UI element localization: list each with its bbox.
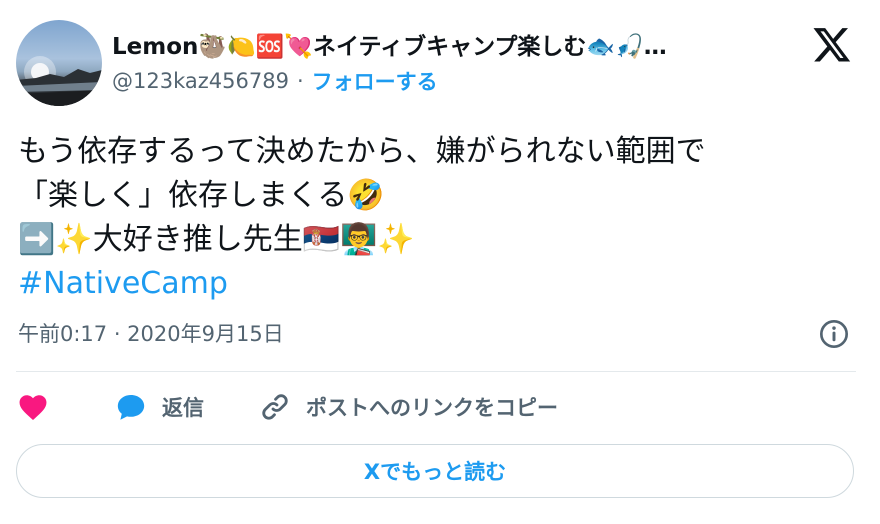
embedded-tweet-card: Lemon🦥🍋🆘💘ネイティブキャンプ楽しむ🐟🎣… @123kaz456789 ·… xyxy=(0,0,880,524)
tweet-line: 「楽しく」依存しまくる🤣 xyxy=(18,178,385,213)
divider xyxy=(16,371,856,372)
copy-link-button[interactable]: ポストへのリンクをコピー xyxy=(258,386,558,428)
tweet-line: もう依存するって決めたから、嫌がられない範囲で xyxy=(18,134,706,169)
read-more-button[interactable]: Xでもっと読む xyxy=(16,444,854,498)
x-logo-icon[interactable] xyxy=(812,24,852,64)
link-icon xyxy=(262,394,288,420)
author-name[interactable]: Lemon🦥🍋🆘💘ネイティブキャンプ楽しむ🐟🎣… xyxy=(112,27,667,61)
avatar-landscape-image xyxy=(16,56,102,106)
author-handle[interactable]: @123kaz456789 xyxy=(112,69,289,93)
reply-button[interactable]: 返信 xyxy=(114,386,258,428)
copy-link-label: ポストへのリンクをコピー xyxy=(306,396,558,420)
follow-button[interactable]: フォローする xyxy=(312,66,438,96)
hashtag-link[interactable]: #NativeCamp xyxy=(18,262,858,306)
author-handle-row: @123kaz456789 · フォローする xyxy=(112,66,438,96)
author-name-row[interactable]: Lemon🦥🍋🆘💘ネイティブキャンプ楽しむ🐟🎣… xyxy=(112,26,667,62)
info-icon[interactable] xyxy=(818,318,850,350)
reply-bubble-icon xyxy=(117,394,145,420)
separator-dot: · xyxy=(296,69,304,93)
tweet-text: もう依存するって決めたから、嫌がられない範囲で 「楽しく」依存しまくる🤣 ➡️✨… xyxy=(18,130,858,306)
like-button[interactable] xyxy=(16,386,114,428)
action-bar: 返信 ポストへのリンクをコピー xyxy=(16,386,558,428)
tweet-line: ➡️✨大好き推し先生🇷🇸👨‍🏫✨ xyxy=(18,222,415,257)
avatar[interactable] xyxy=(16,20,102,106)
heart-icon xyxy=(19,395,47,421)
reply-label: 返信 xyxy=(162,396,204,420)
tweet-timestamp[interactable]: 午前0:17 · 2020年9月15日 xyxy=(18,318,284,348)
